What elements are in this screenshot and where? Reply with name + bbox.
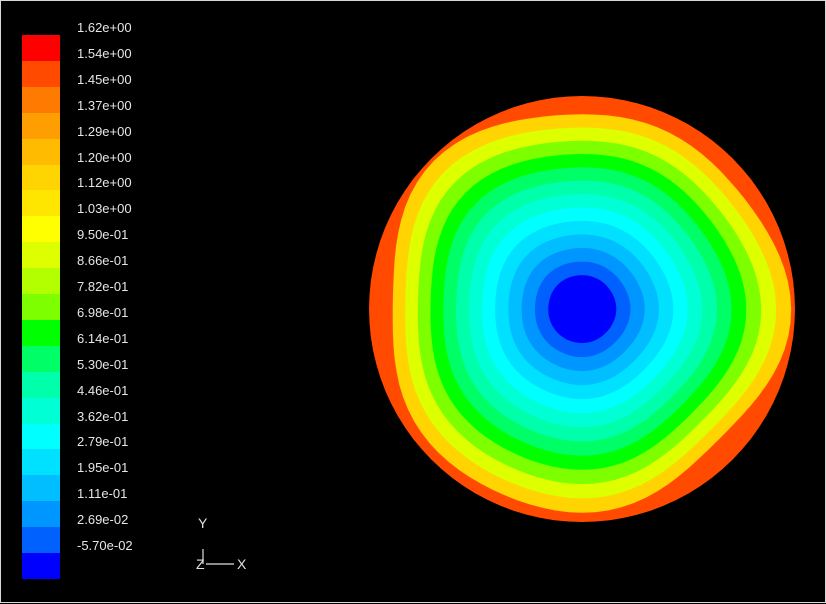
plot-window: 1.62e+00 1.54e+00 1.45e+00 1.37e+00 1.29e+00…: [0, 0, 826, 603]
contour-disk: [369, 96, 795, 522]
axis-triad: Y Z X: [196, 515, 247, 572]
contour-plot: Y Z X: [196, 96, 795, 572]
triad-y-label: Y: [198, 515, 208, 531]
triad-z-label: Z: [196, 556, 205, 572]
triad-x-label: X: [237, 556, 247, 572]
